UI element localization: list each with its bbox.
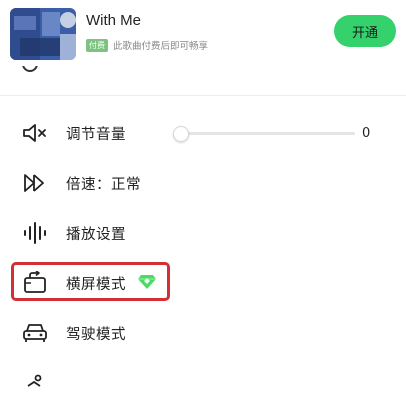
speed-label: 倍速：正常 — [66, 176, 141, 193]
menu-item-speed[interactable]: 倍速：正常 — [0, 160, 406, 206]
menu-item-volume: 调节音量 0 — [0, 110, 406, 156]
open-membership-button[interactable]: 开通 — [334, 15, 396, 47]
car-icon — [22, 320, 48, 346]
landscape-mode-label: 横屏模式 — [66, 276, 126, 293]
diamond-icon — [137, 274, 157, 294]
volume-slider-knob[interactable] — [173, 126, 189, 142]
divider — [0, 95, 406, 96]
menu-item-driving-mode[interactable]: 驾驶模式 — [0, 310, 406, 356]
volume-slider-track[interactable] — [180, 132, 355, 135]
run-icon — [22, 372, 48, 398]
song-title: With Me — [86, 12, 142, 29]
landscape-rotate-icon — [22, 270, 48, 296]
menu-item-playback-settings[interactable]: 播放设置 — [0, 210, 406, 256]
paid-note: 此歌曲付费后即可畅享 — [113, 41, 209, 52]
waveform-icon — [22, 220, 48, 246]
menu-item-landscape-mode[interactable]: 横屏模式 — [0, 260, 406, 306]
speaker-mute-icon[interactable] — [22, 120, 48, 146]
menu-item-clipped-bottom[interactable] — [0, 362, 406, 408]
album-art[interactable] — [10, 8, 76, 60]
volume-label: 调节音量 — [66, 126, 126, 143]
speed-icon — [22, 170, 48, 196]
paid-badge: 付费 — [86, 38, 108, 52]
playback-settings-label: 播放设置 — [66, 226, 126, 243]
volume-value: 0 — [362, 125, 371, 141]
now-playing-header: With Me 付费 此歌曲付费后即可畅享 开通 — [0, 0, 406, 66]
paid-info: 付费 此歌曲付费后即可畅享 — [86, 38, 208, 52]
driving-mode-label: 驾驶模式 — [66, 326, 126, 343]
